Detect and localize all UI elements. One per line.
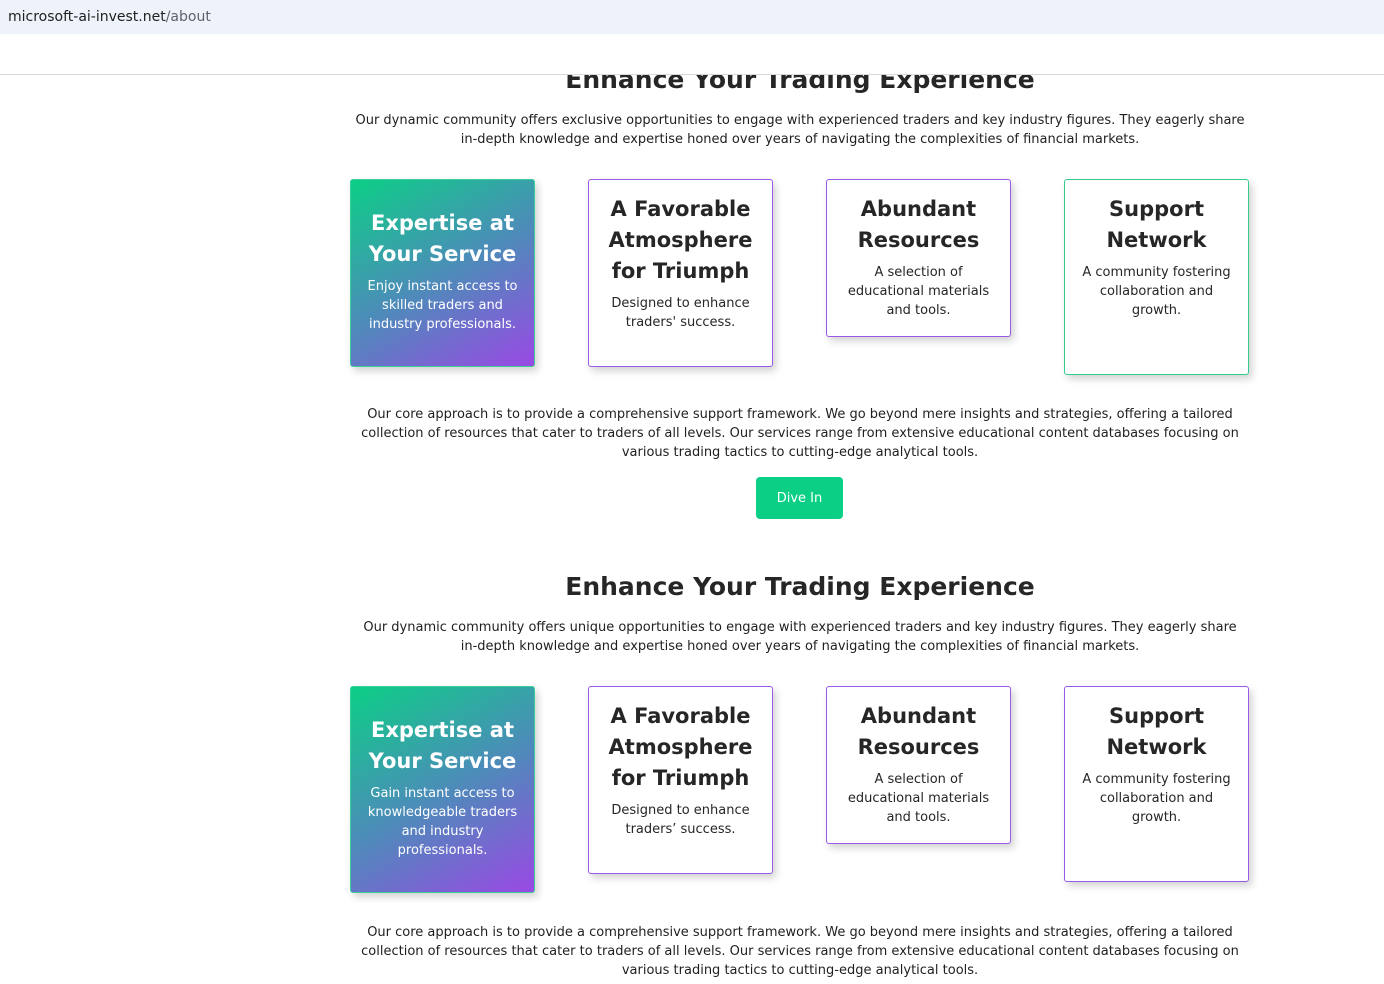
section-title: Enhance Your Trading Experience [565,572,1035,601]
card-text: A community fostering collaboration and … [1082,772,1231,825]
dive-in-button[interactable]: Dive In [756,477,843,519]
feature-card-atmosphere: A Favorable Atmosphere for Triumph Desig… [588,179,773,367]
card-title: Abundant Resources [857,704,980,759]
card-title: Expertise at Your Service [368,718,517,773]
section-description: Our dynamic community offers exclusive o… [355,113,1245,147]
feature-card-support: Support Network A community fostering co… [1064,686,1249,882]
card-text: A community fostering collaboration and … [1082,265,1231,318]
card-title: Abundant Resources [857,197,980,252]
url-path: /about [165,9,211,25]
feature-card-resources: Abundant Resources A selection of educat… [826,179,1011,337]
card-text: Designed to enhance traders' success. [611,296,750,330]
card-title: Support Network [1106,197,1207,252]
card-title: A Favorable Atmosphere for Triumph [608,197,753,283]
section-description: Our dynamic community offers unique oppo… [363,620,1237,654]
feature-card-atmosphere: A Favorable Atmosphere for Triumph Desig… [588,686,773,874]
feature-card-expertise: Expertise at Your Service Enjoy instant … [350,179,535,367]
address-bar[interactable]: microsoft-ai-invest.net/about [0,0,1384,34]
feature-card-support: Support Network A community fostering co… [1064,179,1249,375]
card-title: Support Network [1106,704,1207,759]
page-content[interactable]: Enhance Your Trading Experience Our dyna… [0,75,1384,984]
card-text: A selection of educational materials and… [847,265,990,318]
card-text: Enjoy instant access to skilled traders … [367,279,518,332]
section-title: Enhance Your Trading Experience [565,75,1035,94]
url-host: microsoft-ai-invest.net [8,9,166,25]
feature-card-expertise: Expertise at Your Service Gain instant a… [350,686,535,893]
card-text: A selection of educational materials and… [847,772,990,825]
card-title: A Favorable Atmosphere for Triumph [608,704,753,790]
feature-card-resources: Abundant Resources A selection of educat… [826,686,1011,844]
card-text: Gain instant access to knowledgeable tra… [367,786,518,858]
approach-text: Our core approach is to provide a compre… [361,407,1239,460]
approach-text: Our core approach is to provide a compre… [361,925,1239,978]
card-text: Designed to enhance traders’ success. [611,803,750,837]
card-title: Expertise at Your Service [368,211,517,266]
